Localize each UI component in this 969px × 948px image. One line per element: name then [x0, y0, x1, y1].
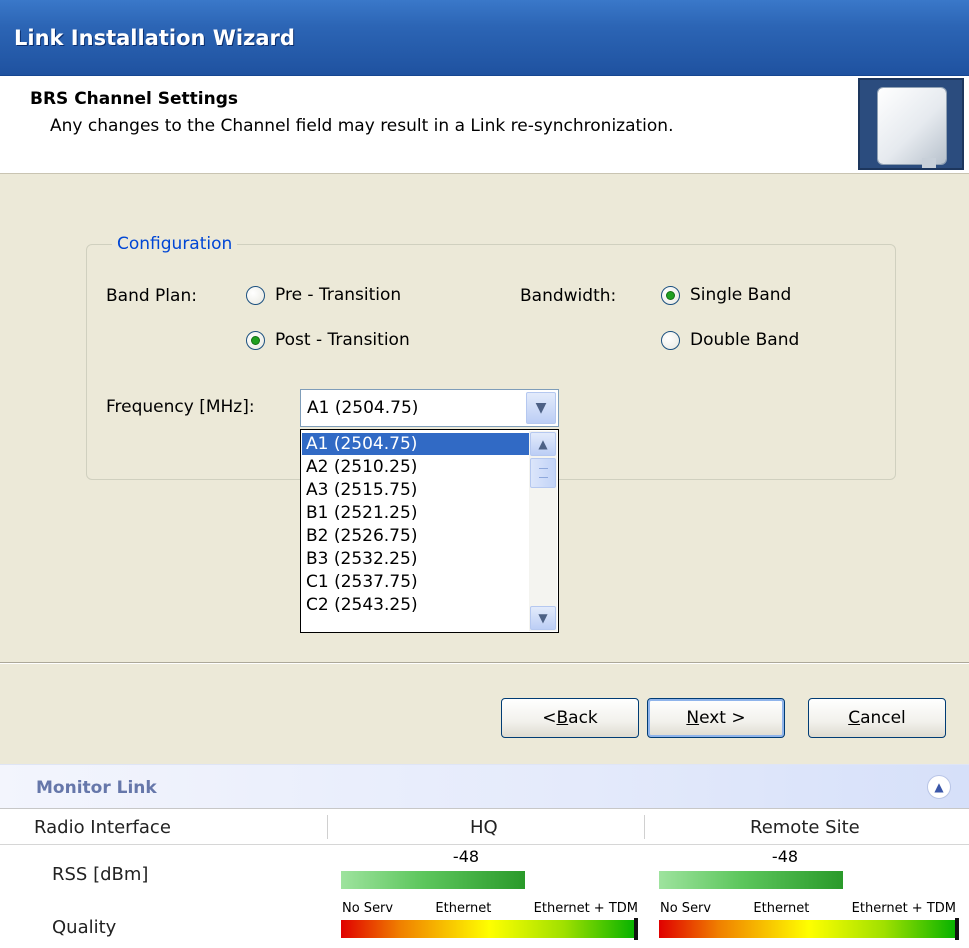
next-button[interactable]: Next >	[647, 698, 785, 738]
bandwidth-label: Bandwidth:	[520, 286, 617, 306]
hq-quality-bar	[341, 920, 638, 938]
cancel-button-suffix: ancel	[860, 708, 906, 728]
quality-label-no-serv: No Serv	[660, 901, 712, 916]
column-separator	[644, 815, 645, 839]
hq-rss-bar	[341, 871, 525, 889]
cancel-button-mnemonic: C	[848, 708, 861, 728]
column-radio-interface: Radio Interface	[34, 817, 171, 838]
radio-post-transition[interactable]: Post - Transition	[246, 330, 410, 350]
scrollbar-thumb[interactable]	[530, 458, 556, 488]
next-button-suffix: ext >	[699, 708, 746, 728]
radio-single-band[interactable]: Single Band	[661, 285, 791, 305]
dropdown-option[interactable]: A3 (2515.75)	[302, 479, 529, 501]
hq-quality-labels: No Serv Ethernet Ethernet + TDM	[342, 901, 638, 916]
frequency-combobox[interactable]: A1 (2504.75) ▼	[300, 389, 559, 427]
radio-pre-transition-label: Pre - Transition	[275, 285, 402, 305]
configuration-legend: Configuration	[112, 234, 238, 254]
dropdown-option[interactable]: C1 (2537.75)	[302, 571, 529, 593]
quality-label-ethernet: Ethernet	[435, 901, 492, 916]
remote-quality-marker	[955, 918, 959, 940]
dropdown-option[interactable]: B3 (2532.25)	[302, 548, 529, 570]
band-plan-label: Band Plan:	[106, 286, 197, 306]
chevron-down-icon[interactable]: ▼	[526, 392, 556, 424]
radio-pre-transition-dot[interactable]	[246, 285, 265, 305]
remote-quality-bar	[659, 920, 959, 938]
quality-label-no-serv: No Serv	[342, 901, 394, 916]
frequency-combobox-value: A1 (2504.75)	[307, 398, 419, 418]
dropdown-option[interactable]: C2 (2543.25)	[302, 594, 529, 616]
remote-quality-labels: No Serv Ethernet Ethernet + TDM	[660, 901, 956, 916]
remote-rss-value: -48	[771, 847, 799, 866]
hq-rss-value: -48	[452, 847, 480, 866]
window-title: Link Installation Wizard	[14, 26, 295, 50]
cancel-button[interactable]: Cancel	[808, 698, 946, 738]
back-button-suffix: ack	[568, 708, 598, 728]
scroll-down-icon[interactable]: ▼	[530, 606, 556, 630]
back-button[interactable]: < Back	[501, 698, 639, 738]
dropdown-option[interactable]: A2 (2510.25)	[302, 456, 529, 478]
back-button-prefix: <	[542, 708, 557, 728]
page-description: Any changes to the Channel field may res…	[50, 116, 674, 136]
remote-rss-bar	[659, 871, 843, 889]
page-title: BRS Channel Settings	[30, 89, 238, 109]
wizard-header: BRS Channel Settings Any changes to the …	[0, 76, 969, 174]
next-button-mnemonic: N	[686, 708, 700, 728]
column-remote-site: Remote Site	[750, 817, 860, 838]
hq-quality-marker	[634, 918, 638, 940]
radio-single-band-label: Single Band	[690, 285, 792, 305]
monitor-table: Radio Interface HQ Remote Site RSS [dBm]…	[0, 808, 969, 948]
column-separator	[327, 815, 328, 839]
quality-label-ethernet: Ethernet	[753, 901, 810, 916]
radio-double-band-label: Double Band	[690, 330, 800, 350]
quality-row-label: Quality	[52, 917, 117, 938]
back-button-mnemonic: B	[556, 708, 569, 728]
radio-double-band-dot[interactable]	[661, 330, 680, 350]
frequency-label: Frequency [MHz]:	[106, 397, 255, 417]
frequency-dropdown-list[interactable]: A1 (2504.75) A2 (2510.25) A3 (2515.75) B…	[300, 429, 559, 633]
radio-single-band-dot[interactable]	[661, 285, 680, 305]
divider	[0, 662, 969, 664]
collapse-up-icon[interactable]: ▲	[927, 775, 951, 799]
radio-post-transition-label: Post - Transition	[275, 330, 410, 350]
monitor-link-title: Monitor Link	[36, 778, 157, 798]
dropdown-scrollbar[interactable]: ▲ ▼	[529, 431, 557, 631]
quality-label-ethernet-tdm: Ethernet + TDM	[533, 901, 638, 916]
dropdown-option[interactable]: A1 (2504.75)	[302, 433, 529, 455]
scroll-up-icon[interactable]: ▲	[530, 432, 556, 456]
dropdown-option[interactable]: B1 (2521.25)	[302, 502, 529, 524]
radio-pre-transition[interactable]: Pre - Transition	[246, 285, 401, 305]
radio-post-transition-dot[interactable]	[246, 330, 265, 350]
column-hq: HQ	[470, 817, 498, 838]
rss-row-label: RSS [dBm]	[52, 864, 149, 885]
monitor-link-header[interactable]: Monitor Link ▲	[0, 764, 969, 808]
antenna-icon	[858, 78, 964, 170]
monitor-table-header: Radio Interface HQ Remote Site	[0, 809, 969, 845]
dropdown-option[interactable]: B2 (2526.75)	[302, 525, 529, 547]
quality-label-ethernet-tdm: Ethernet + TDM	[851, 901, 956, 916]
window-titlebar[interactable]: Link Installation Wizard	[0, 0, 969, 76]
radio-double-band[interactable]: Double Band	[661, 330, 799, 350]
